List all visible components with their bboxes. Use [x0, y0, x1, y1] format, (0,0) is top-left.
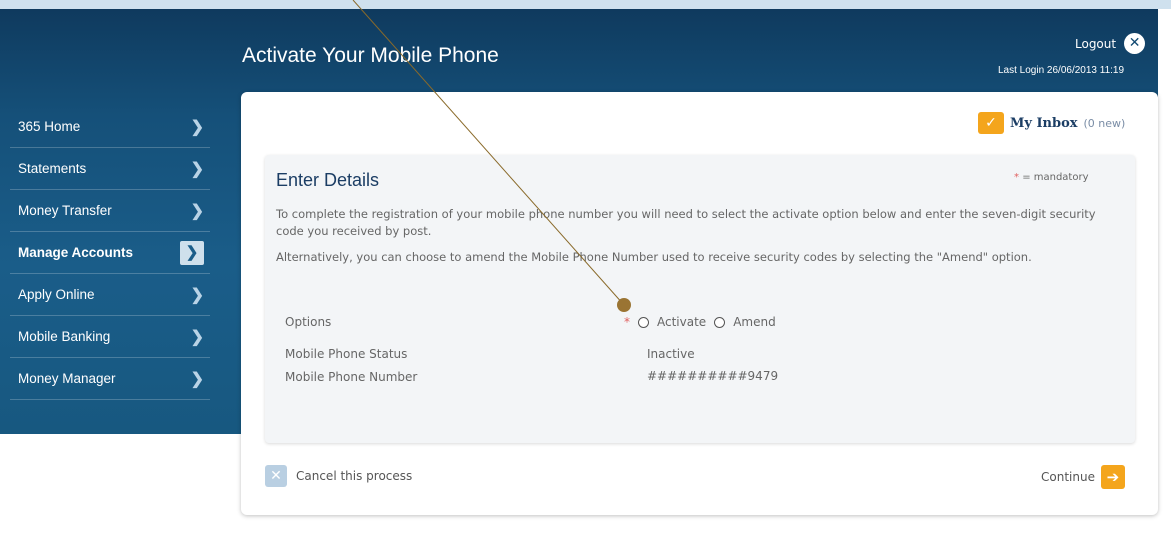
annotation-pointer	[352, 0, 631, 312]
pointer-dot	[617, 298, 631, 312]
pointer-line	[352, 0, 625, 306]
